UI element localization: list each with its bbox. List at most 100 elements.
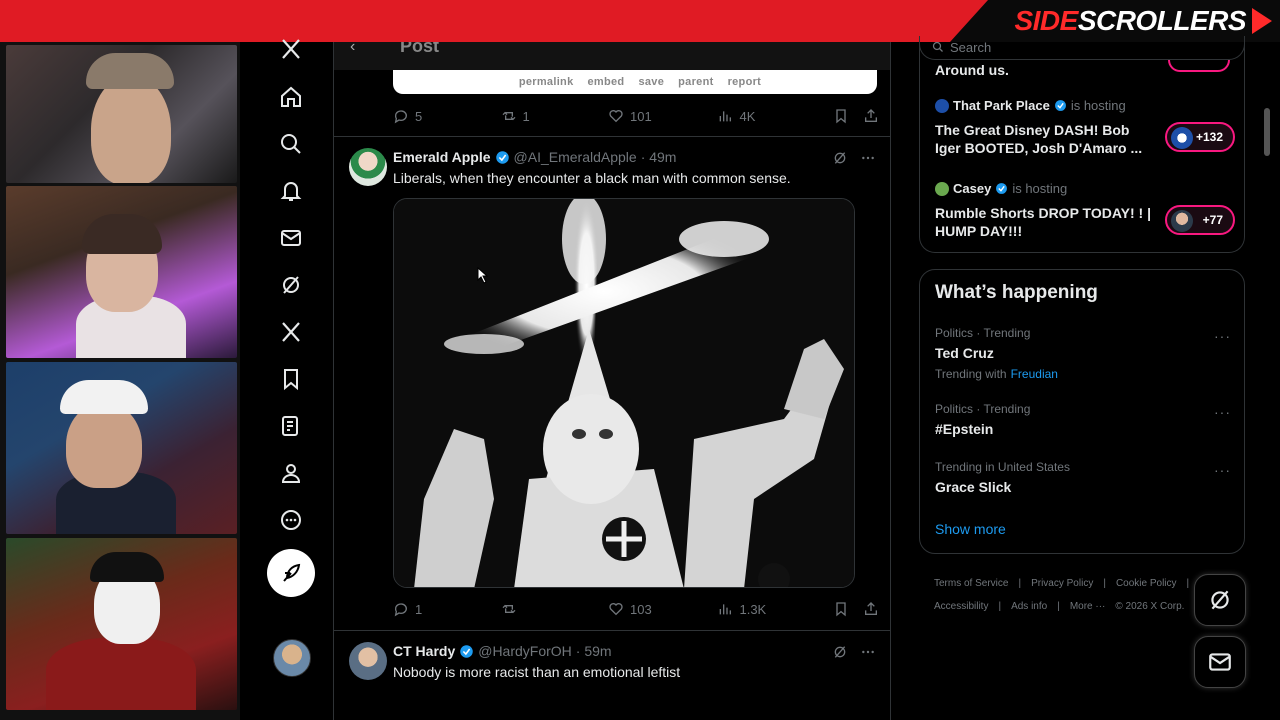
x-logo-icon[interactable] xyxy=(276,34,306,64)
footer-terms[interactable]: Terms of Service xyxy=(934,578,1008,589)
search-icon[interactable] xyxy=(276,129,306,159)
tweet-text: Liberals, when they encounter a black ma… xyxy=(393,170,791,186)
more-options-icon[interactable] xyxy=(860,150,876,166)
space-title-cut[interactable]: Around us. xyxy=(935,62,1009,78)
search-bar[interactable]: Search xyxy=(919,36,1245,60)
footer-sep: | xyxy=(1186,578,1190,589)
lists-icon[interactable] xyxy=(276,411,306,441)
repost-button[interactable]: 1 xyxy=(501,108,609,124)
like-button[interactable]: 101 xyxy=(608,108,717,124)
tweet-avatar[interactable] xyxy=(349,148,387,186)
repost-button[interactable] xyxy=(501,601,609,617)
more-icon[interactable] xyxy=(276,505,306,535)
views-button[interactable]: 1.3K xyxy=(717,601,817,617)
verified-badge-icon xyxy=(996,183,1008,194)
verified-badge-icon xyxy=(1054,100,1066,111)
author-handle[interactable]: @HardyForOH xyxy=(478,643,572,659)
space-title: The Great Disney DASH! Bob Iger BOOTED, … xyxy=(935,122,1143,156)
author-handle[interactable]: @AI_EmeraldApple xyxy=(514,149,637,165)
divider xyxy=(334,630,890,631)
messages-float-button[interactable] xyxy=(1194,636,1246,688)
trend-more-icon[interactable]: ··· xyxy=(1214,462,1231,478)
reply-icon xyxy=(394,603,407,617)
account-avatar[interactable] xyxy=(273,639,311,677)
embed-link-report[interactable]: report xyxy=(728,76,762,88)
footer-accessibility[interactable]: Accessibility xyxy=(934,601,988,612)
post-time[interactable]: · 49m xyxy=(641,149,677,165)
post-header: ‹ Post xyxy=(334,42,890,70)
back-arrow-icon[interactable]: ‹ xyxy=(350,42,355,56)
reply-button[interactable]: 5 xyxy=(393,108,501,124)
space-host-suffix: is hosting xyxy=(1070,98,1126,113)
share-button[interactable] xyxy=(863,108,879,124)
home-icon[interactable] xyxy=(276,82,306,112)
tweet-text: Nobody is more racist than an emotional … xyxy=(393,664,681,680)
page-title: Post xyxy=(400,42,440,56)
trend-item[interactable]: Trending in United States Grace Slick ··… xyxy=(935,460,1231,495)
space-item[interactable]: That Park Place is hosting The Great Dis… xyxy=(935,98,1235,157)
messages-icon xyxy=(1209,653,1231,671)
footer-more[interactable]: More ··· xyxy=(1070,601,1106,612)
grok-icon[interactable] xyxy=(832,644,848,660)
compose-button[interactable] xyxy=(267,549,315,597)
more-options-icon[interactable] xyxy=(860,644,876,660)
post-time[interactable]: · 59m xyxy=(576,643,612,659)
author-name[interactable]: CT Hardy xyxy=(393,643,455,659)
repost-icon xyxy=(502,111,515,121)
grok-float-button[interactable] xyxy=(1194,574,1246,626)
space-item[interactable]: Casey is hosting Rumble Shorts DROP TODA… xyxy=(935,181,1235,240)
like-count: 103 xyxy=(630,601,652,617)
trend-item[interactable]: Politics · Trending #Epstein ··· xyxy=(935,402,1231,437)
trend-topic: #Epstein xyxy=(935,421,994,437)
trend-more-icon[interactable]: ··· xyxy=(1214,328,1231,344)
grok-icon xyxy=(1211,590,1229,610)
listener-avatar xyxy=(1171,127,1193,149)
grok-icon[interactable] xyxy=(276,270,306,300)
share-icon xyxy=(865,602,878,615)
footer-cookie[interactable]: Cookie Policy xyxy=(1116,578,1177,589)
trend-topic: Grace Slick xyxy=(935,479,1012,495)
post-actions: 5 1 101 4K xyxy=(393,106,879,126)
tweet-image[interactable] xyxy=(393,198,855,588)
space-listeners-pill[interactable]: +132 xyxy=(1165,122,1235,152)
trend-meta: Politics · Trending xyxy=(935,326,1031,340)
messages-icon[interactable] xyxy=(276,223,306,253)
webcam-1-person xyxy=(91,75,171,183)
x-premium-icon[interactable] xyxy=(276,317,306,347)
profile-icon[interactable] xyxy=(276,458,306,488)
trend-with-link[interactable]: Freudian xyxy=(1011,367,1058,381)
embed-link-parent[interactable]: parent xyxy=(678,76,713,88)
bookmark-button[interactable] xyxy=(833,108,849,124)
webcam-4-hair xyxy=(90,552,164,582)
embedded-reddit-links: permalink embed save parent report xyxy=(393,70,877,94)
share-icon xyxy=(865,109,878,122)
footer-privacy[interactable]: Privacy Policy xyxy=(1031,578,1093,589)
footer-sep: | xyxy=(998,601,1002,612)
notifications-icon[interactable] xyxy=(276,176,306,206)
space-listeners-pill[interactable]: +77 xyxy=(1165,205,1235,235)
embed-link-permalink[interactable]: permalink xyxy=(519,76,574,88)
bookmark-button[interactable] xyxy=(833,601,849,617)
divider xyxy=(334,136,890,137)
brand-logo-part1: SIDE xyxy=(1014,5,1078,36)
webcam-2-hair xyxy=(82,214,162,254)
space-pill-cut[interactable] xyxy=(1168,60,1230,72)
tweet-avatar[interactable] xyxy=(349,642,387,680)
author-name[interactable]: Emerald Apple xyxy=(393,149,491,165)
embed-link-save[interactable]: save xyxy=(638,76,664,88)
grok-icon[interactable] xyxy=(832,150,848,166)
trend-more-icon[interactable]: ··· xyxy=(1214,404,1231,420)
trend-item[interactable]: Politics · Trending Ted Cruz Trending wi… xyxy=(935,326,1231,381)
view-count: 4K xyxy=(739,108,756,124)
whats-happening-panel: What’s happening Politics · Trending Ted… xyxy=(919,269,1245,554)
brand-logo: SIDESCROLLERS xyxy=(1014,5,1246,37)
scrollbar-thumb[interactable] xyxy=(1264,108,1270,156)
reply-button[interactable]: 1 xyxy=(393,601,501,617)
embed-link-embed[interactable]: embed xyxy=(588,76,625,88)
show-more-link[interactable]: Show more xyxy=(935,521,1006,537)
share-button[interactable] xyxy=(863,601,879,617)
bookmarks-icon[interactable] xyxy=(276,364,306,394)
footer-ads-info[interactable]: Ads info xyxy=(1011,601,1047,612)
like-button[interactable]: 103 xyxy=(608,601,717,617)
views-button[interactable]: 4K xyxy=(717,108,817,124)
